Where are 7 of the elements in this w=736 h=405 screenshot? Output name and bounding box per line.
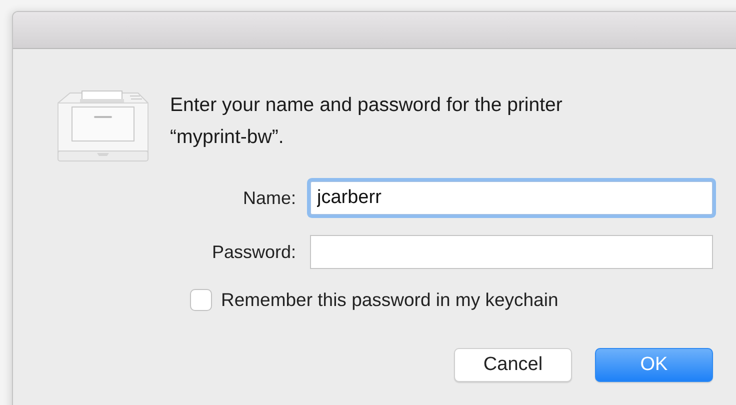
dialog-message: Enter your name and password for the printer “myprint-bw”. [170, 93, 564, 150]
cancel-button[interactable]: Cancel [454, 348, 572, 382]
field-label: Password: [212, 242, 296, 262]
checkbox-label: Remember this password in my keychain [221, 289, 558, 311]
field-label: Name: [242, 188, 296, 208]
password-field[interactable] [310, 235, 713, 269]
remember-checkbox[interactable] [190, 289, 212, 311]
